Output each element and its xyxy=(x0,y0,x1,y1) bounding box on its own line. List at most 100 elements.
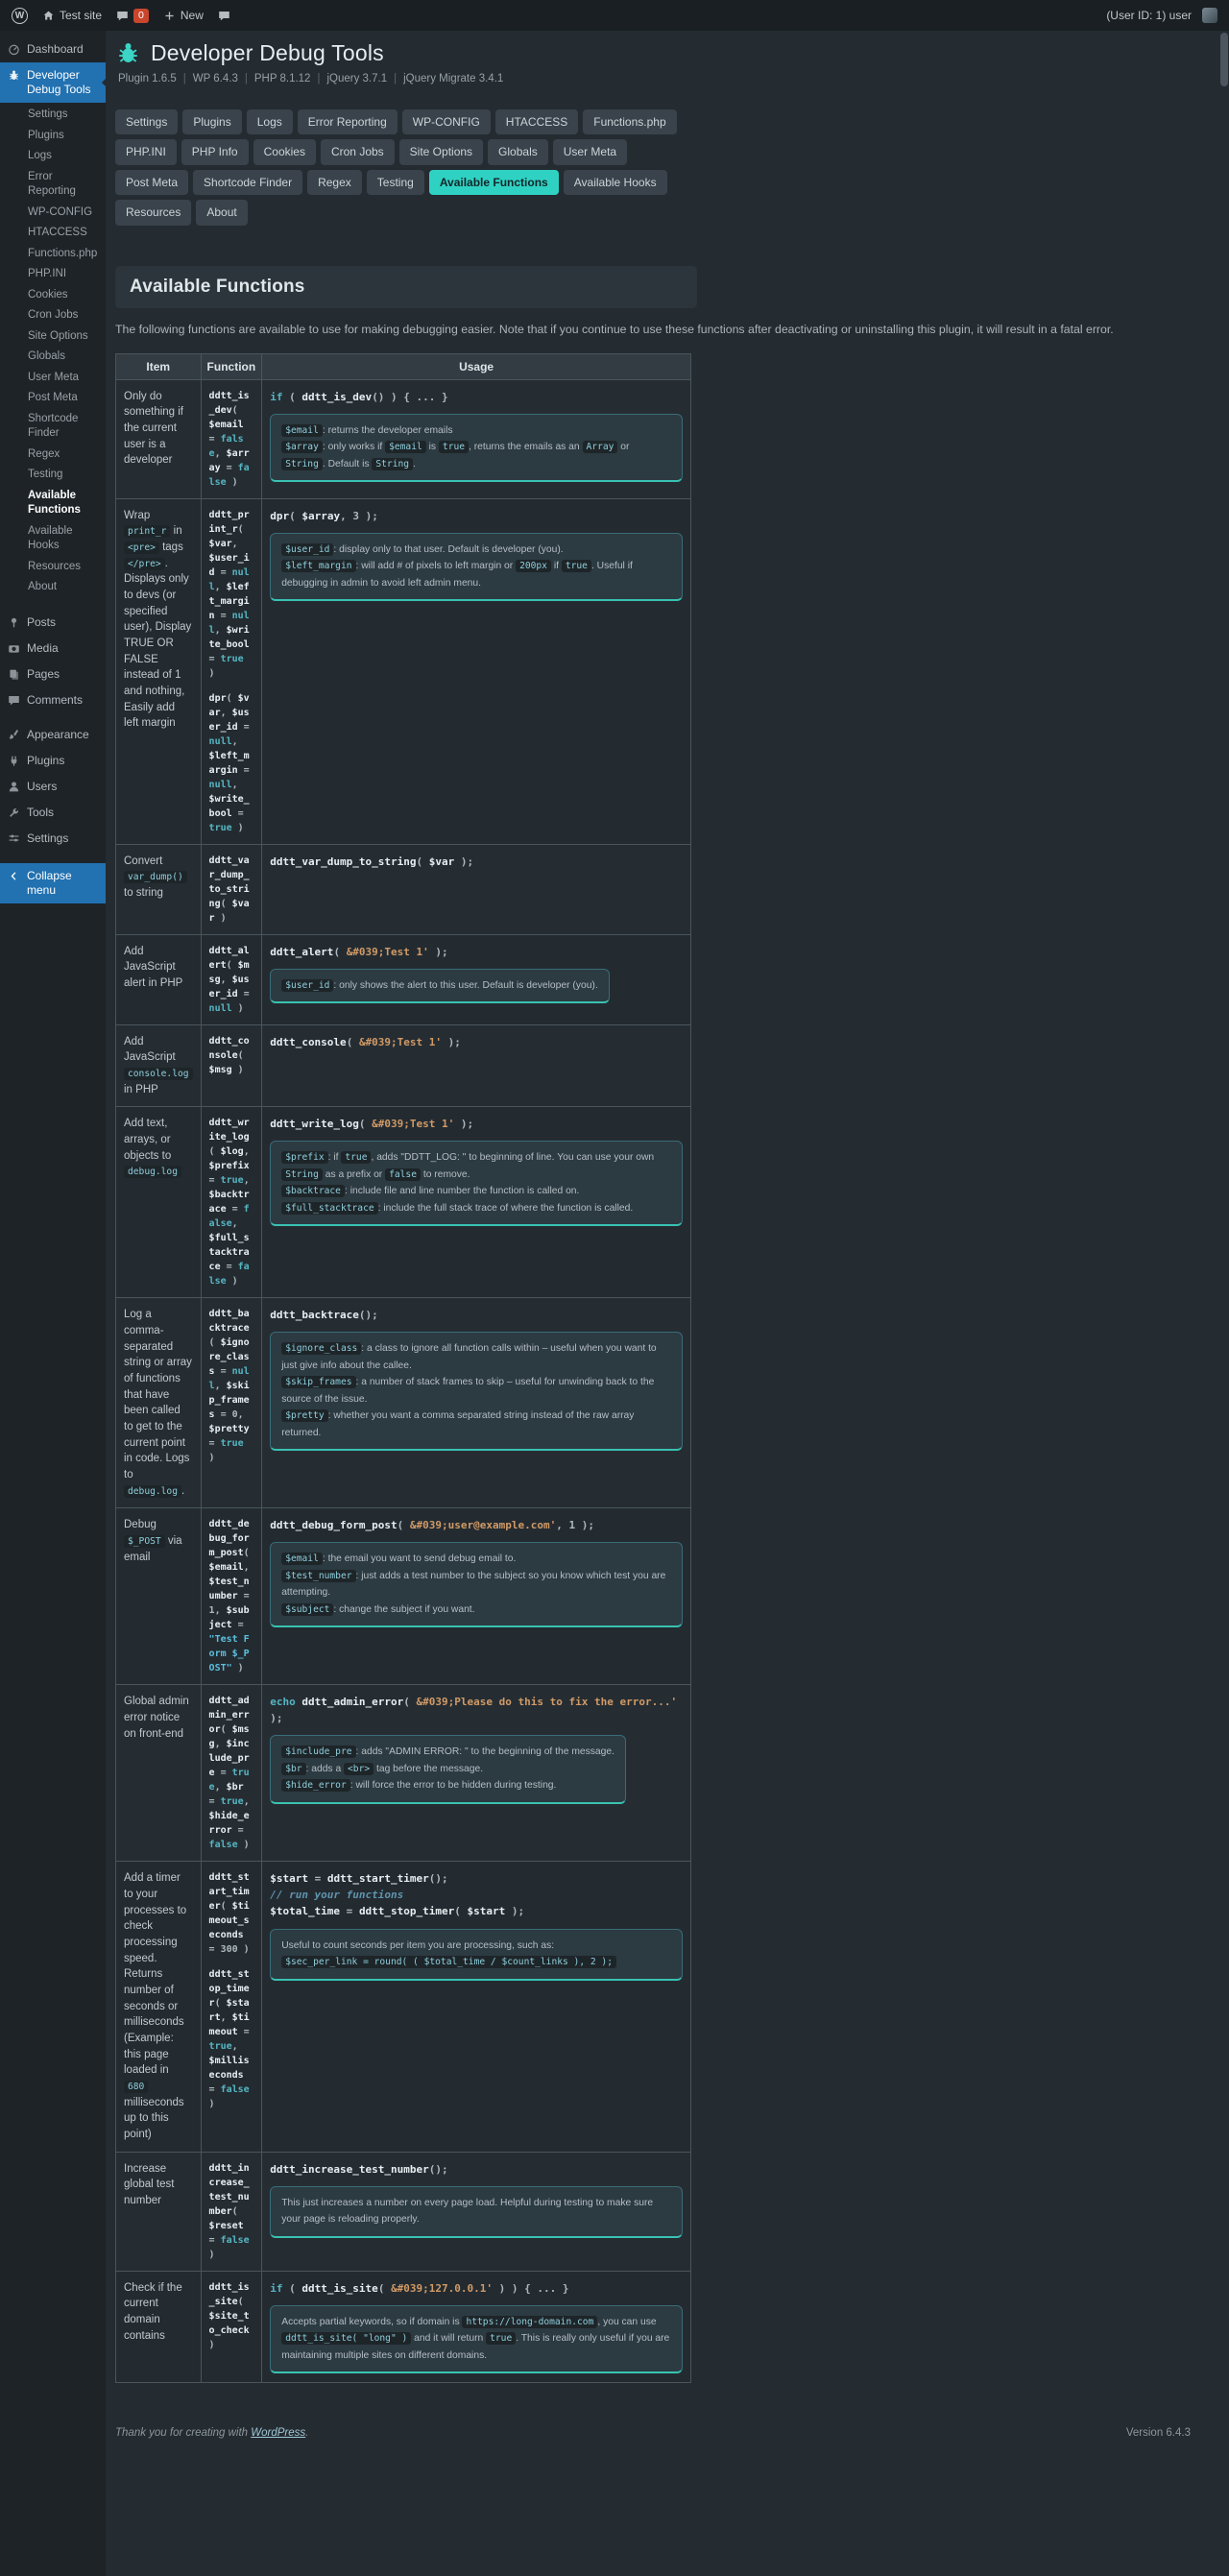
tab-php-ini[interactable]: PHP.INI xyxy=(115,139,177,165)
inline-code: $left_margin xyxy=(281,560,356,573)
tab-site-options[interactable]: Site Options xyxy=(398,139,484,165)
tab-error-reporting[interactable]: Error Reporting xyxy=(297,109,398,135)
submenu-item-resources[interactable]: Resources xyxy=(0,557,106,578)
sidebar-item-plugins[interactable]: Plugins xyxy=(0,748,106,774)
submenu-item-wp-config[interactable]: WP-CONFIG xyxy=(0,203,106,224)
usage-note: $include_pre: adds "ADMIN ERROR: " to th… xyxy=(270,1735,626,1804)
tab-plugins[interactable]: Plugins xyxy=(182,109,242,135)
plug-icon xyxy=(8,755,20,767)
tab-user-meta[interactable]: User Meta xyxy=(552,139,628,165)
sidebar-item-tools[interactable]: Tools xyxy=(0,800,106,826)
code-line: $total_time = ddtt_stop_timer( $start ); xyxy=(270,1905,525,1918)
item-cell: Increase global test number xyxy=(115,2151,202,2272)
home-icon xyxy=(42,10,55,22)
submenu-item-cron-jobs[interactable]: Cron Jobs xyxy=(0,305,106,326)
new-content-label: New xyxy=(180,9,204,22)
footer-version: Version 6.4.3 xyxy=(1125,2427,1191,2440)
submenu-item-available-functions[interactable]: Available Functions xyxy=(0,486,106,521)
usage-note: This just increases a number on every pa… xyxy=(270,2185,683,2238)
inline-code: $br xyxy=(281,1762,306,1775)
tab-globals[interactable]: Globals xyxy=(488,139,548,165)
function-cell: ddtt_debug_form_post( $email, $test_numb… xyxy=(200,1507,263,1686)
plus-icon xyxy=(163,10,176,22)
submenu-item-cookies[interactable]: Cookies xyxy=(0,285,106,306)
user-avatar xyxy=(1202,8,1217,23)
submenu-item-settings[interactable]: Settings xyxy=(0,105,106,126)
submenu-item-shortcode-finder[interactable]: Shortcode Finder xyxy=(0,409,106,445)
submenu-item-logs[interactable]: Logs xyxy=(0,146,106,167)
inline-code: Array xyxy=(582,441,618,454)
tab-about[interactable]: About xyxy=(196,200,248,226)
submenu-item-post-meta[interactable]: Post Meta xyxy=(0,388,106,409)
collapse-menu-button[interactable]: Collapse menu xyxy=(0,862,106,903)
admin-bar-right: (User ID: 1) user xyxy=(1106,8,1217,23)
submenu-item-about[interactable]: About xyxy=(0,577,106,598)
tab-htaccess[interactable]: HTACCESS xyxy=(494,109,579,135)
wordpress-logo-menu[interactable] xyxy=(12,7,28,24)
comments-menu[interactable]: 0 xyxy=(116,8,149,23)
inline-code: $subject xyxy=(281,1602,334,1616)
submenu-item-php-ini[interactable]: PHP.INI xyxy=(0,264,106,285)
chat-menu[interactable] xyxy=(218,10,230,22)
tab-regex[interactable]: Regex xyxy=(307,169,362,196)
note-line: $skip_frames: a number of stack frames t… xyxy=(281,1376,655,1405)
inline-code: $user_id xyxy=(281,978,334,992)
sidebar-item-comments[interactable]: Comments xyxy=(0,687,106,713)
submenu-item-regex[interactable]: Regex xyxy=(0,445,106,466)
meta-separator: | xyxy=(394,73,398,84)
usage-note: Accepts partial keywords, so if domain i… xyxy=(270,2304,683,2374)
wordpress-link[interactable]: WordPress xyxy=(251,2427,305,2439)
inline-code: $email xyxy=(281,423,323,437)
tab-available-hooks[interactable]: Available Hooks xyxy=(563,169,667,196)
inline-code: true xyxy=(438,441,470,454)
submenu-item-error-reporting[interactable]: Error Reporting xyxy=(0,167,106,203)
inline-code: debug.log xyxy=(124,1166,181,1179)
sidebar-item-appearance[interactable]: Appearance xyxy=(0,722,106,748)
my-account-menu[interactable]: (User ID: 1) user xyxy=(1106,8,1217,23)
tab-post-meta[interactable]: Post Meta xyxy=(115,169,189,196)
tab-resources[interactable]: Resources xyxy=(115,200,192,226)
item-cell: Convert var_dump() to string xyxy=(115,843,202,935)
meta-part: PHP 8.1.12 xyxy=(253,73,311,84)
submenu-item-testing[interactable]: Testing xyxy=(0,465,106,486)
sidebar-item-posts[interactable]: Posts xyxy=(0,610,106,636)
sidebar-item-settings[interactable]: Settings xyxy=(0,826,106,852)
tab-functions-php[interactable]: Functions.php xyxy=(583,109,677,135)
submenu-item-plugins[interactable]: Plugins xyxy=(0,126,106,147)
usage-cell: ddtt_backtrace(); $ignore_class: a class … xyxy=(261,1297,691,1509)
main-content: Developer Debug Tools Plugin 1.6.5 | WP 6.… xyxy=(106,0,1229,2545)
submenu-item-functions-php[interactable]: Functions.php xyxy=(0,244,106,265)
usage-note: $user_id: display only to that user. Def… xyxy=(270,532,683,602)
new-content-menu[interactable]: New xyxy=(163,9,204,22)
sidebar-item-developer-debug-tools[interactable]: Developer Debug Tools xyxy=(0,62,106,103)
tab-wp-config[interactable]: WP-CONFIG xyxy=(401,109,491,135)
site-name-menu[interactable]: Test site xyxy=(42,9,102,22)
sidebar-item-dashboard[interactable]: Dashboard xyxy=(0,36,106,62)
function-cell: ddtt_backtrace( $ignore_class = null, $s… xyxy=(200,1297,263,1509)
submenu-item-user-meta[interactable]: User Meta xyxy=(0,368,106,389)
tab-php-info[interactable]: PHP Info xyxy=(181,139,249,165)
tab-settings[interactable]: Settings xyxy=(115,109,179,135)
usage-code: echo ddtt_admin_error( &#039;Please do t… xyxy=(270,1694,683,1726)
code-line: if ( ddtt_is_dev() ) { ... } xyxy=(270,390,448,403)
note-line: $user_id: only shows the alert to this u… xyxy=(281,977,598,995)
function-signature: ddtt_is_dev( $email = false, $array = fa… xyxy=(208,390,250,488)
function-signature: ddtt_increase_test_number( $reset = fals… xyxy=(208,2162,250,2260)
sidebar-item-pages[interactable]: Pages xyxy=(0,662,106,687)
tab-shortcode-finder[interactable]: Shortcode Finder xyxy=(193,169,303,196)
sidebar-item-media[interactable]: Media xyxy=(0,636,106,662)
item-cell: Add a timer to your processes to check p… xyxy=(115,1861,202,2153)
note-line: $subject: change the subject if you want… xyxy=(281,1601,671,1619)
tab-logs[interactable]: Logs xyxy=(246,109,293,135)
sidebar-item-users[interactable]: Users xyxy=(0,774,106,800)
submenu-item-available-hooks[interactable]: Available Hooks xyxy=(0,521,106,557)
submenu-item-htaccess[interactable]: HTACCESS xyxy=(0,223,106,244)
tab-cookies[interactable]: Cookies xyxy=(253,139,316,165)
tab-available-functions[interactable]: Available Functions xyxy=(428,169,559,196)
user-info-label: (User ID: 1) user xyxy=(1106,9,1192,22)
submenu-item-site-options[interactable]: Site Options xyxy=(0,326,106,348)
scrollbar-thumb[interactable] xyxy=(1220,33,1228,86)
tab-testing[interactable]: Testing xyxy=(366,169,424,196)
submenu-item-globals[interactable]: Globals xyxy=(0,347,106,368)
tab-cron-jobs[interactable]: Cron Jobs xyxy=(320,139,395,165)
